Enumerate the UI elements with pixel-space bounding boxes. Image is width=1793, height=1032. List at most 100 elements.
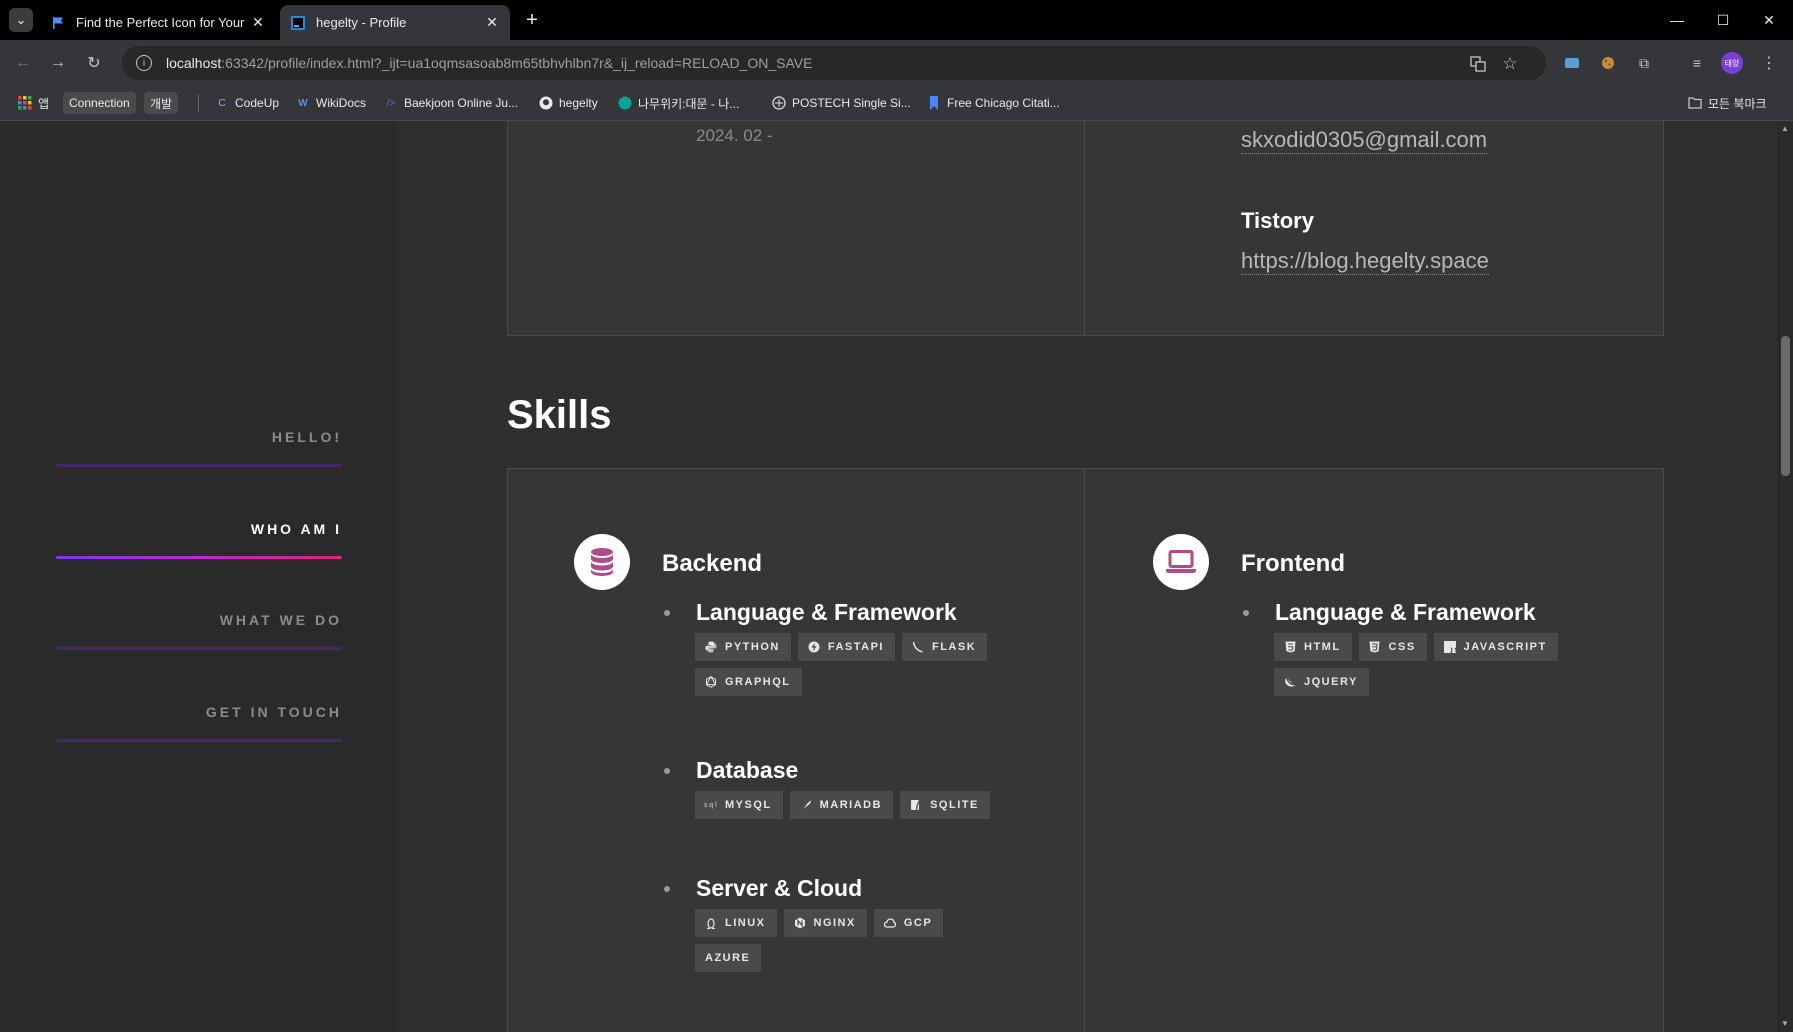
folder-icon [1688, 96, 1702, 110]
backend-lang-framework-title: Language & Framework [664, 599, 957, 626]
maximize-icon: ☐ [1716, 11, 1730, 28]
bookmark-folder-dev[interactable]: 개발 [144, 92, 179, 114]
bullet [664, 885, 670, 892]
css3-icon [1369, 641, 1381, 653]
reload-button[interactable]: ↻ [81, 50, 107, 76]
badge-label: LINUX [725, 917, 766, 929]
tab-search-button[interactable]: ⌄ [9, 8, 33, 32]
star-icon[interactable]: ☆ [1500, 54, 1520, 74]
puzzle-icon[interactable]: ⧉ [1633, 52, 1655, 74]
translate-icon[interactable] [1468, 54, 1488, 74]
sidebar-nav: HELLO! WHO AM I WHAT WE DO GET IN TOUCH [0, 121, 397, 1032]
career-date: 2024. 02 - [696, 126, 773, 145]
bookmark-label: 앱 [38, 96, 50, 111]
tistory-title: Tistory [1241, 208, 1314, 233]
nav-item-get-in-touch[interactable]: GET IN TOUCH [56, 704, 342, 734]
badge-css: CSS [1358, 633, 1427, 661]
nav-item-hello[interactable]: HELLO! [56, 429, 342, 459]
subhead-label: Database [696, 757, 799, 783]
bullet [664, 767, 670, 774]
mysql-icon: sql [703, 801, 719, 809]
all-bookmarks-folder[interactable]: 모든 북마크 [1688, 92, 1767, 114]
url-path: :63342/profile/index.html?_ijt=ua1oqmsas… [221, 55, 813, 71]
reading-list-icon[interactable]: ≡ [1686, 52, 1708, 74]
graphql-icon [705, 676, 717, 688]
minimize-button[interactable]: — [1662, 8, 1692, 32]
tab-profile[interactable]: hegelty - Profile ✕ [280, 5, 510, 40]
extension-screen-icon[interactable] [1561, 52, 1583, 74]
baekjoon-icon: /> [386, 97, 396, 109]
badge-label: JAVASCRIPT [1463, 641, 1547, 653]
badge-label: PYTHON [725, 641, 780, 653]
forward-button[interactable]: → [45, 50, 71, 76]
bookmark-wikidocs[interactable]: W WikiDocs [296, 92, 366, 114]
nav-item-who-am-i[interactable]: WHO AM I [56, 521, 342, 551]
avatar[interactable]: 태양 [1721, 52, 1743, 74]
close-icon[interactable]: ✕ [250, 14, 266, 31]
close-window-button[interactable]: ✕ [1754, 8, 1784, 32]
python-icon [705, 641, 717, 653]
badge-label: MARIADB [819, 799, 883, 811]
tistory-link[interactable]: https://blog.hegelty.space [1241, 248, 1489, 275]
badge-label: CSS [1388, 641, 1416, 653]
scroll-down-arrow-icon[interactable]: ▼ [1781, 1020, 1789, 1028]
frontend-lang-badges: HTML CSS JS JAVASCRIPT JQUERY [1274, 633, 1574, 696]
badge-label: SQLITE [930, 799, 979, 811]
tab-title: hegelty - Profile [316, 15, 407, 30]
nav-item-what-we-do[interactable]: WHAT WE DO [56, 612, 342, 642]
maximize-button[interactable]: ☐ [1708, 8, 1738, 32]
badge-html: HTML [1274, 633, 1352, 661]
email-link[interactable]: skxodid0305@gmail.com [1241, 127, 1488, 154]
bookmark-apps[interactable]: 앱 [18, 92, 49, 114]
address-bar[interactable]: i localhost:63342/profile/index.html?_ij… [122, 46, 1546, 80]
bookmark-namuwiki[interactable]: 나무위키:대문 - 나... [618, 92, 739, 114]
fastapi-icon [808, 641, 820, 653]
bookmarks-bar: 앱 Connection 개발 C CodeUp W WikiDocs /> B… [0, 86, 1793, 121]
bookmark-codeup[interactable]: C CodeUp [215, 92, 279, 114]
cookie-icon[interactable] [1597, 52, 1619, 74]
badge-label: GRAPHQL [725, 676, 791, 688]
backend-lang-badges: PYTHON FASTAPI FLASK GRAPHQL [695, 633, 1015, 696]
kebab-menu-icon[interactable]: ⋮ [1758, 52, 1780, 74]
bookmark-github[interactable]: hegelty [539, 92, 598, 114]
bullet [664, 609, 670, 616]
page-scrollbar[interactable]: ▲ ▼ [1777, 121, 1793, 1032]
bookmark-baekjoon[interactable]: /> Baekjoon Online Ju... [384, 92, 518, 114]
bookmark-folder-connection[interactable]: Connection [63, 92, 136, 114]
subhead-label: Server & Cloud [696, 875, 863, 901]
badge-graphql: GRAPHQL [695, 668, 802, 696]
tab-icon-finder[interactable]: Find the Perfect Icon for Your ✕ [40, 5, 276, 40]
close-icon[interactable]: ✕ [484, 14, 500, 31]
backend-title: Backend [662, 550, 763, 577]
flag-icon [50, 15, 66, 31]
bookmark-label: WikiDocs [316, 96, 366, 110]
sqlite-icon [910, 799, 922, 811]
linux-icon [705, 917, 717, 929]
mariadb-icon [800, 799, 812, 811]
url-text[interactable]: localhost:63342/profile/index.html?_ijt=… [166, 55, 812, 71]
bookmark-label: Connection [69, 96, 130, 110]
chevron-down-icon: ⌄ [15, 12, 27, 27]
namuwiki-icon [618, 96, 632, 110]
laptop-icon [1153, 534, 1209, 590]
badge-azure: AZURE [695, 944, 762, 972]
frontend-lang-framework-title: Language & Framework [1243, 599, 1536, 626]
bookmark-postech[interactable]: POSTECH Single Si... [772, 92, 911, 114]
badge-label: JQUERY [1304, 676, 1358, 688]
site-info-icon[interactable]: i [136, 55, 152, 71]
svg-text:JS: JS [1449, 647, 1456, 653]
badge-nginx: NGINX [783, 909, 867, 937]
bullet [1243, 609, 1249, 616]
reload-icon: ↻ [87, 55, 101, 72]
scroll-up-arrow-icon[interactable]: ▲ [1781, 125, 1789, 133]
plus-icon: + [526, 8, 538, 31]
javascript-icon: JS [1443, 641, 1456, 653]
badge-mariadb: MARIADB [789, 791, 894, 819]
new-tab-button[interactable]: + [520, 8, 544, 32]
badge-linux: LINUX [695, 909, 777, 937]
nav-underline [56, 647, 342, 650]
bookmark-chicago-citation[interactable]: Free Chicago Citati... [927, 92, 1060, 114]
scroll-thumb[interactable] [1781, 336, 1790, 476]
bookmark-icon [927, 96, 941, 110]
back-button[interactable]: ← [10, 50, 36, 76]
